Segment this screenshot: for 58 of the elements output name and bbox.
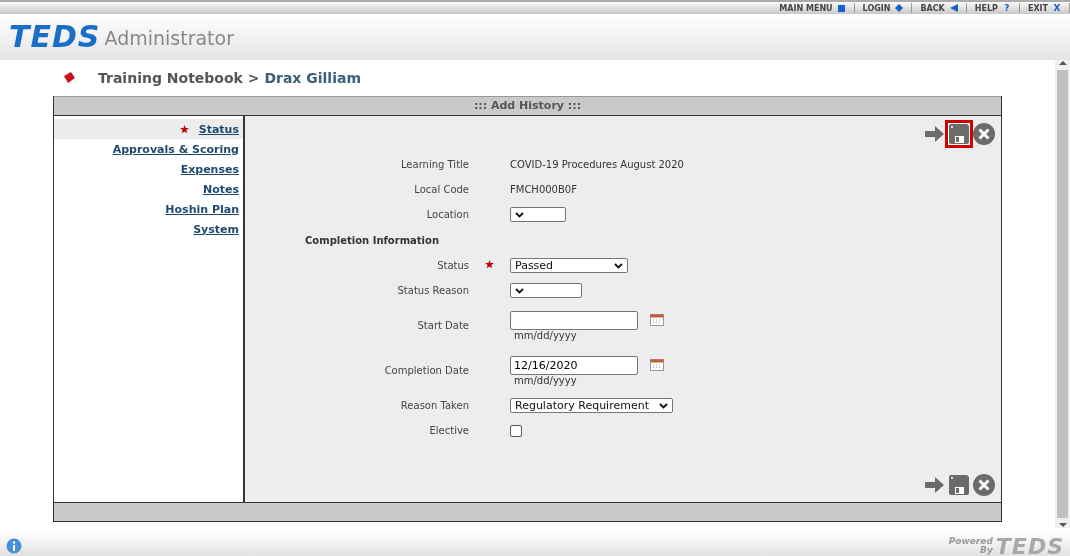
footer-logo: TEDS bbox=[995, 533, 1064, 556]
info-icon[interactable] bbox=[6, 538, 22, 554]
powered-by-text: Powered By bbox=[948, 537, 993, 555]
date-field[interactable]: 12/16/2020 bbox=[510, 355, 638, 375]
close-icon[interactable] bbox=[973, 474, 995, 496]
calendar-icon[interactable] bbox=[650, 314, 664, 326]
field-value: COVID-19 Procedures August 2020 bbox=[510, 159, 684, 170]
nav-glyph: X bbox=[1053, 4, 1061, 12]
field-label: Learning Title bbox=[399, 159, 469, 170]
caret-icon bbox=[515, 287, 524, 294]
nav-link[interactable]: EXIT X bbox=[1019, 3, 1070, 13]
square-icon bbox=[837, 4, 846, 12]
field-label: Reason Taken bbox=[399, 400, 469, 411]
diamond-icon bbox=[895, 4, 904, 12]
arrow-icon[interactable] bbox=[925, 125, 945, 143]
nav-link[interactable]: MAIN MENU bbox=[771, 3, 855, 13]
logo: TEDS bbox=[9, 22, 101, 52]
triangle-icon bbox=[949, 4, 958, 12]
dropdown[interactable]: Regulatory Requirement bbox=[510, 398, 673, 413]
field-label: Elective bbox=[428, 425, 469, 436]
dropdown[interactable] bbox=[510, 283, 582, 298]
scrollbar[interactable] bbox=[1055, 60, 1070, 528]
close-icon[interactable] bbox=[973, 123, 995, 145]
field-label: Completion Date bbox=[383, 365, 469, 376]
panel-title: ::: Add History ::: bbox=[54, 96, 1001, 115]
breadcrumb: Training Notebook > Drax Gilliam bbox=[98, 70, 361, 86]
save-button[interactable] bbox=[945, 120, 973, 148]
sidebar-item[interactable]: Status bbox=[54, 119, 243, 139]
nav-link[interactable]: BACK bbox=[912, 3, 967, 13]
dropdown[interactable] bbox=[510, 207, 566, 222]
sidebar-item[interactable]: Notes bbox=[54, 179, 243, 199]
field-label: Status bbox=[436, 260, 469, 271]
caret-icon bbox=[614, 262, 623, 269]
date-field[interactable] bbox=[510, 310, 638, 330]
arrow-icon[interactable] bbox=[925, 476, 945, 494]
field-label: Local Code bbox=[413, 184, 469, 195]
sidebar-item[interactable]: System bbox=[54, 219, 243, 239]
field-label: Status Reason bbox=[396, 285, 469, 296]
field-label: Start Date bbox=[416, 320, 469, 331]
section-heading: Completion Information bbox=[305, 234, 440, 246]
nav-glyph: ? bbox=[1003, 4, 1011, 12]
caret-icon bbox=[515, 211, 524, 218]
sidebar-item[interactable]: Approvals & Scoring bbox=[54, 139, 243, 159]
sidebar-item[interactable]: Expenses bbox=[54, 159, 243, 179]
nav-link[interactable]: HELP ? bbox=[966, 3, 1020, 13]
scroll-thumb[interactable] bbox=[1057, 70, 1068, 518]
sidebar-item[interactable]: Hoshin Plan bbox=[54, 199, 243, 219]
calendar-icon[interactable] bbox=[650, 359, 664, 371]
field-value: FMCH000B0F bbox=[510, 184, 577, 195]
dropdown[interactable]: Passed bbox=[510, 258, 628, 273]
date-format-hint: mm/dd/yyyy bbox=[513, 329, 578, 341]
field-label: Location bbox=[425, 209, 469, 220]
scroll-down-icon[interactable] bbox=[1058, 522, 1067, 528]
nav-link[interactable]: LOGIN bbox=[854, 3, 913, 13]
date-format-hint: mm/dd/yyyy bbox=[513, 374, 578, 386]
app-title: Administrator bbox=[104, 27, 234, 49]
checkbox[interactable] bbox=[510, 424, 522, 437]
caret-icon bbox=[659, 402, 668, 409]
